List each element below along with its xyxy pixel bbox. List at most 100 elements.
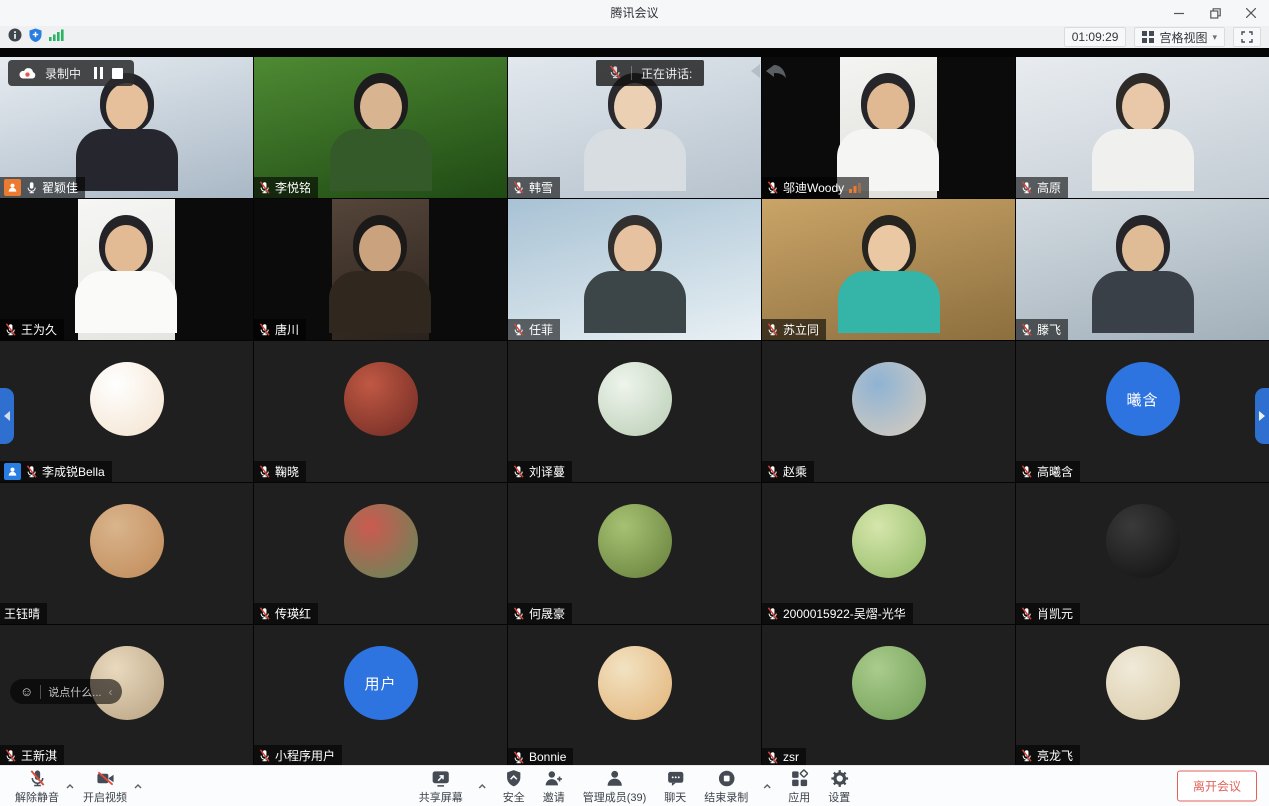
participant-tile[interactable]: 苏立同 [762, 199, 1015, 340]
participant-tile[interactable]: 刘译蔓 [508, 341, 761, 482]
speaking-label: 正在讲话: [641, 65, 692, 82]
pause-recording-button[interactable] [94, 67, 103, 79]
fullscreen-button[interactable] [1233, 27, 1261, 47]
participant-tile[interactable]: 唐川 [254, 199, 507, 340]
participant-tile[interactable]: zsr [762, 625, 1015, 766]
security-icon [504, 769, 523, 791]
participant-tile[interactable]: 曦含高曦含 [1016, 341, 1269, 482]
security-label: 安全 [503, 793, 525, 804]
mic-muted-icon [1020, 749, 1033, 762]
participant-tile[interactable]: 用户小程序用户 [254, 625, 507, 766]
mic-on-icon [25, 181, 38, 194]
shield-protection-icon[interactable] [29, 28, 42, 47]
participant-name: 韩雪 [529, 179, 553, 196]
stop-record-options-button[interactable] [759, 780, 775, 793]
mic-muted-icon [512, 751, 525, 764]
avatar-initials: 曦含 [1106, 362, 1180, 436]
toolbar-left: 解除静音开启视频 [10, 766, 146, 806]
mic-muted-icon [766, 323, 779, 336]
leave-meeting-button[interactable]: 离开会议 [1177, 771, 1257, 802]
chat-input-placeholder: 说点什么... [48, 684, 101, 700]
participant-tile[interactable]: 赵乘 [762, 341, 1015, 482]
stop-recording-button[interactable] [112, 68, 123, 79]
mic-muted-icon [1020, 607, 1033, 620]
meeting-info-icon[interactable] [8, 28, 22, 47]
cloud-record-icon [19, 67, 36, 79]
participant-name: 苏立同 [783, 321, 819, 338]
participant-tile[interactable]: 王钰晴 [0, 483, 253, 624]
security-button[interactable]: 安全 [498, 769, 530, 804]
flip-arrows-icon [740, 61, 788, 86]
participant-name: 赵乘 [783, 463, 807, 480]
participant-tile[interactable]: 王为久 [0, 199, 253, 340]
participant-tile[interactable]: 传瑛红 [254, 483, 507, 624]
emoji-icon[interactable]: ☺ [20, 685, 33, 698]
start-video-button[interactable]: 开启视频 [78, 769, 132, 804]
participant-tile[interactable]: 何晟豪 [508, 483, 761, 624]
participant-name-badge: 刘译蔓 [508, 461, 572, 482]
participant-name: zsr [783, 750, 799, 764]
participant-tile[interactable]: 李成锐Bella [0, 341, 253, 482]
chevron-left-icon [4, 411, 10, 421]
next-page-button[interactable] [1255, 388, 1269, 444]
participant-name: 王钰晴 [4, 605, 40, 622]
participant-tile[interactable]: 鞠晓 [254, 341, 507, 482]
invite-button[interactable]: 邀请 [538, 769, 570, 804]
participant-name: 何晟豪 [529, 605, 565, 622]
avatar-image [90, 362, 164, 436]
unmute-icon [28, 769, 47, 791]
recording-indicator: 录制中 [8, 60, 134, 86]
collapse-chat-icon[interactable]: ‹ [108, 685, 112, 699]
participant-tile[interactable]: Bonnie [508, 625, 761, 766]
participant-tile[interactable]: 滕飞 [1016, 199, 1269, 340]
start-video-icon [96, 769, 115, 791]
mic-muted-icon [766, 607, 779, 620]
participant-tile[interactable]: 邬迪Woody [762, 57, 1015, 198]
mic-muted-icon [608, 65, 622, 82]
participant-tile[interactable]: 亮龙飞 [1016, 625, 1269, 766]
close-button[interactable] [1233, 0, 1269, 26]
video-feed [78, 199, 174, 340]
participant-tile[interactable]: 李悦铭 [254, 57, 507, 198]
prev-page-button[interactable] [0, 388, 14, 444]
participant-name: 亮龙飞 [1037, 747, 1073, 764]
participant-name: 肖凯元 [1037, 605, 1073, 622]
settings-button[interactable]: 设置 [823, 769, 855, 804]
settings-label: 设置 [828, 793, 850, 804]
minimize-button[interactable] [1161, 0, 1197, 26]
network-quality-icon[interactable] [49, 28, 64, 46]
recording-label: 录制中 [45, 65, 81, 82]
avatar-image [344, 362, 418, 436]
unmute-button[interactable]: 解除静音 [10, 769, 64, 804]
view-mode-selector[interactable]: 宫格视图 ▾ [1134, 27, 1225, 47]
divider [631, 66, 632, 80]
mic-muted-icon [512, 323, 525, 336]
apps-button[interactable]: 应用 [783, 769, 815, 804]
participant-name-badge: 高曦含 [1016, 461, 1080, 482]
share-screen-button[interactable]: 共享屏幕 [414, 769, 468, 804]
person-silhouette [833, 73, 943, 193]
mic-muted-icon [512, 181, 525, 194]
stop-record-button[interactable]: 结束录制 [699, 769, 753, 804]
mic-muted-icon [512, 465, 525, 478]
participant-tile[interactable]: 2000015922-吴熠-光华 [762, 483, 1015, 624]
share-screen-options-button[interactable] [474, 780, 490, 793]
avatar-image [598, 646, 672, 720]
participant-name: 唐川 [275, 321, 299, 338]
restore-button[interactable] [1197, 0, 1233, 26]
participant-tile[interactable]: 任菲 [508, 199, 761, 340]
members-button[interactable]: 管理成员(39) [578, 769, 652, 804]
chat-quick-input[interactable]: ☺ 说点什么... ‹ [10, 679, 122, 704]
chat-button[interactable]: 聊天 [659, 769, 691, 804]
member-badge-icon [4, 463, 21, 480]
mic-muted-icon [1020, 465, 1033, 478]
view-mode-label: 宫格视图 [1159, 29, 1207, 46]
participant-tile[interactable]: 肖凯元 [1016, 483, 1269, 624]
avatar-image [598, 504, 672, 578]
unmute-options-button[interactable] [62, 780, 78, 793]
apps-icon [790, 769, 809, 791]
participant-tile[interactable]: 高原 [1016, 57, 1269, 198]
network-signal-icon [848, 182, 862, 193]
person-silhouette [72, 73, 182, 193]
start-video-options-button[interactable] [130, 780, 146, 793]
